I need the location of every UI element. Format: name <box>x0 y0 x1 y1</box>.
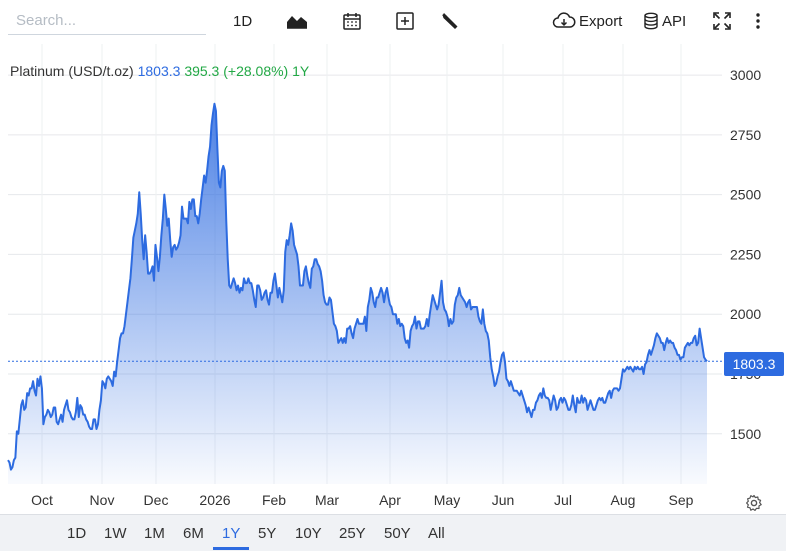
interval-label: 1D <box>233 12 253 30</box>
price-chart[interactable]: Oct Nov Dec 2026 Feb Mar Apr May Jun Jul Aug Sep 15… <box>0 44 786 514</box>
add-icon <box>396 12 414 30</box>
range-6m[interactable]: 6M <box>183 525 204 542</box>
y-tick-label: 2250 <box>730 246 761 262</box>
x-tick-label: Sep <box>669 492 694 508</box>
y-axis: 1500175020002250250027503000 <box>730 67 761 442</box>
x-tick-label: Apr <box>379 492 401 508</box>
range-1m[interactable]: 1M <box>144 525 165 542</box>
y-tick-label: 3000 <box>730 67 761 83</box>
y-tick-label: 1500 <box>730 426 761 442</box>
chart-type-button[interactable] <box>286 10 308 32</box>
export-button[interactable]: Export <box>552 10 622 32</box>
legend-name: Platinum (USD/t.oz) <box>10 63 134 79</box>
more-vertical-icon <box>756 13 760 29</box>
range-1y[interactable]: 1Y <box>222 525 240 542</box>
api-button[interactable]: API <box>643 10 686 32</box>
x-tick-label: May <box>434 492 460 508</box>
interval-button[interactable]: 1D <box>233 10 252 32</box>
legend-period: 1Y <box>292 63 310 79</box>
x-tick-label: Jun <box>492 492 515 508</box>
wrench-icon <box>442 13 458 29</box>
x-tick-label: Jul <box>554 492 572 508</box>
x-tick-label: Dec <box>144 492 169 508</box>
search-input[interactable] <box>8 7 206 35</box>
range-all[interactable]: All <box>428 525 445 542</box>
gear-icon <box>746 494 762 511</box>
y-tick-label: 2000 <box>730 306 761 322</box>
chart-legend: Platinum (USD/t.oz) 1803.3 395.3 (+28.08… <box>10 63 309 79</box>
last-price-tag: 1803.3 <box>724 352 784 376</box>
database-icon <box>644 12 658 30</box>
x-tick-label: Aug <box>611 492 636 508</box>
range-5y[interactable]: 5Y <box>258 525 276 542</box>
range-1d[interactable]: 1D <box>67 525 86 542</box>
x-tick-label: Mar <box>315 492 339 508</box>
range-1w[interactable]: 1W <box>104 525 127 542</box>
area-chart-icon <box>287 16 307 29</box>
x-tick-label: Oct <box>31 492 53 508</box>
fullscreen-button[interactable] <box>712 10 732 32</box>
cloud-download-icon <box>552 12 576 28</box>
calendar-icon <box>343 13 361 30</box>
legend-price: 1803.3 <box>137 63 181 79</box>
x-tick-label: Nov <box>90 492 115 508</box>
export-label: Export <box>579 12 623 30</box>
toolbar: 1D Export <box>0 0 786 44</box>
settings-tools-button[interactable] <box>440 10 460 32</box>
fullscreen-icon <box>713 12 731 30</box>
api-label: API <box>662 12 687 30</box>
y-tick-label: 2750 <box>730 127 761 143</box>
series-area <box>8 103 707 484</box>
compare-button[interactable] <box>395 10 415 32</box>
range-25y[interactable]: 25Y <box>339 525 366 542</box>
x-tick-label: Feb <box>262 492 286 508</box>
date-range-button[interactable] <box>342 10 362 32</box>
legend-change: 395.3 (+28.08%) <box>184 63 289 79</box>
x-tick-label: 2026 <box>199 492 230 508</box>
range-bar: 1D 1W 1M 6M 1Y 5Y 10Y 25Y 50Y All <box>0 514 786 551</box>
range-50y[interactable]: 50Y <box>384 525 411 542</box>
x-axis: Oct Nov Dec 2026 Feb Mar Apr May Jun Jul Aug Sep <box>31 492 694 508</box>
y-tick-label: 2500 <box>730 187 761 203</box>
more-options-button[interactable] <box>752 10 764 32</box>
range-10y[interactable]: 10Y <box>295 525 322 542</box>
